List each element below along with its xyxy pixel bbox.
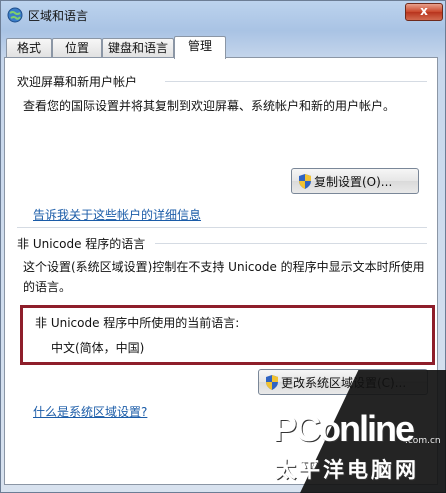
tab-label: 键盘和语言 <box>107 41 168 55</box>
tab-administrative[interactable]: 管理 <box>174 36 226 59</box>
watermark-logo: PConline <box>273 408 415 449</box>
close-button[interactable]: x <box>405 3 443 21</box>
tab-format[interactable]: 格式 <box>6 38 52 58</box>
what-is-system-locale-link[interactable]: 什么是系统区域设置? <box>33 403 147 420</box>
tab-label: 管理 <box>187 39 212 53</box>
group-divider <box>17 227 427 228</box>
globe-icon <box>7 7 23 23</box>
close-icon: x <box>420 4 428 18</box>
tab-label: 位置 <box>64 41 89 55</box>
shield-icon <box>298 174 312 189</box>
welcome-description: 查看您的国际设置并将其复制到欢迎屏幕、系统帐户和新的用户帐户。 <box>23 99 396 113</box>
tab-label: 格式 <box>16 41 41 55</box>
unicode-description: 这个设置(系统区域设置)控制在不支持 Unicode 的程序中显示文本时所使用的… <box>23 260 425 294</box>
account-details-link[interactable]: 告诉我关于这些帐户的详细信息 <box>33 206 201 223</box>
watermark-subtitle: 太平洋电脑网 <box>275 458 419 482</box>
pconline-watermark: PConline .com.cn 太平洋电脑网 <box>255 370 446 493</box>
tab-location[interactable]: 位置 <box>52 38 102 58</box>
tab-keyboards-languages[interactable]: 键盘和语言 <box>102 38 174 58</box>
copy-settings-button[interactable]: 复制设置(O)... <box>291 168 419 194</box>
unicode-group-title: 非 Unicode 程序的语言 <box>17 237 146 251</box>
group-divider <box>165 81 427 82</box>
welcome-group-title: 欢迎屏幕和新用户帐户 <box>17 75 138 89</box>
group-divider <box>155 243 427 244</box>
tab-bar: 格式 位置 键盘和语言 管理 <box>4 36 444 59</box>
current-language-value: 中文(简体，中国) <box>51 341 145 355</box>
window-title: 区域和语言 <box>28 9 89 23</box>
title-bar[interactable]: 区域和语言 x <box>1 1 446 29</box>
watermark-domain: .com.cn <box>405 436 441 446</box>
current-language-label: 非 Unicode 程序中所使用的当前语言: <box>35 316 240 330</box>
copy-settings-label: 复制设置(O)... <box>314 174 393 189</box>
